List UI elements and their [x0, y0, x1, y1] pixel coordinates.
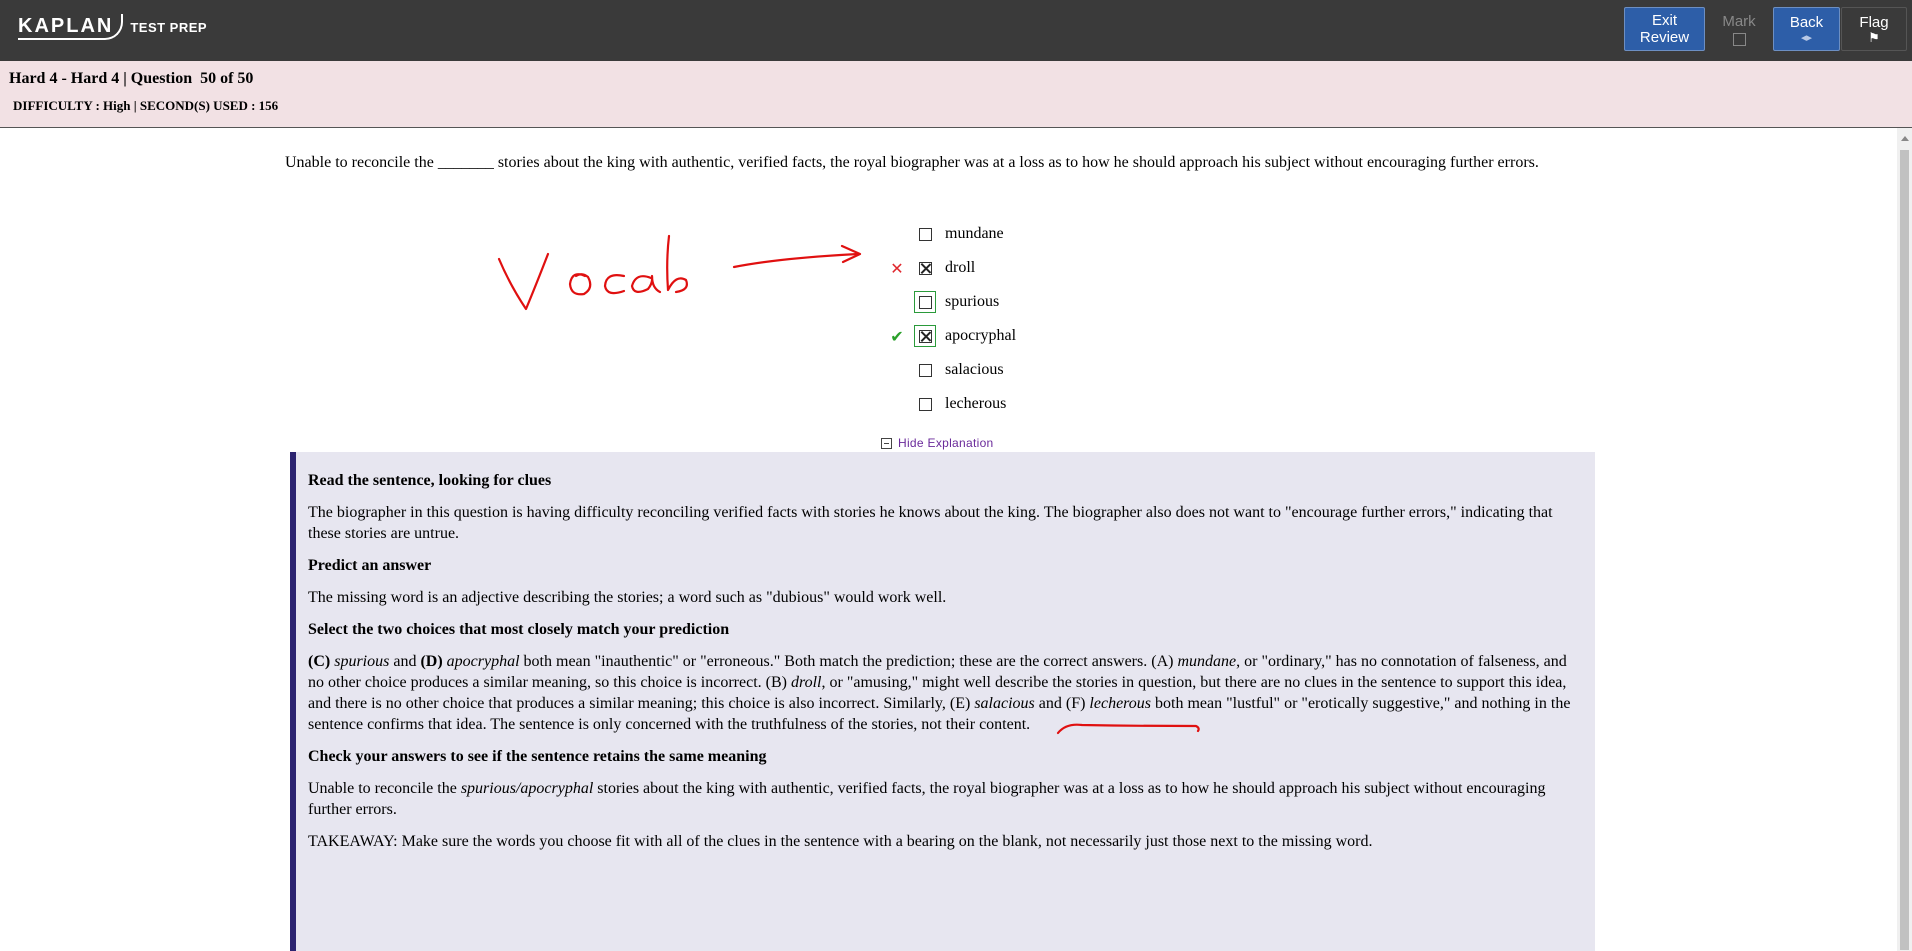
explanation-heading-select: Select the two choices that most closely…: [308, 621, 730, 638]
word-droll: droll: [790, 674, 822, 691]
question-stem: Unable to reconcile the _______ stories …: [285, 154, 1539, 171]
checkbox-frame: [914, 359, 936, 381]
choice-salacious[interactable]: salacious: [880, 353, 1120, 387]
checked-checkbox-icon[interactable]: [918, 261, 932, 275]
word-mundane: mundane: [1177, 653, 1237, 670]
checkbox-icon[interactable]: [918, 363, 932, 377]
flag-icon: ⚑: [1868, 29, 1880, 45]
kaplan-logo: KAPLAN TEST PREP: [18, 11, 207, 43]
choice-apocryphal[interactable]: ✔ apocryphal: [880, 319, 1120, 353]
explanation-heading-predict: Predict an answer: [308, 557, 432, 574]
back-label: Back: [1789, 13, 1824, 31]
choice-droll[interactable]: ✕ droll: [880, 251, 1120, 285]
exit-review-button[interactable]: Exit Review: [1624, 7, 1705, 51]
question-title: Hard 4 - Hard 4 | Question 50 of 50: [9, 70, 254, 87]
vertical-scrollbar[interactable]: [1897, 128, 1912, 951]
choice-label: salacious: [945, 361, 1004, 378]
back-arrow-icon: ◂▸: [1800, 31, 1813, 44]
top-toolbar: KAPLAN TEST PREP Exit Review Mark Back ◂…: [0, 0, 1912, 61]
hide-explanation-label: Hide Explanation: [898, 436, 994, 450]
checkbox-frame: [914, 393, 936, 415]
text-segment: both mean "inauthentic" or "erroneous." …: [519, 653, 1178, 670]
label-c: (C): [308, 653, 331, 670]
choice-label: spurious: [945, 293, 1000, 310]
logo-wordmark: KAPLAN: [18, 14, 124, 40]
checkbox-frame: [914, 257, 936, 279]
collapse-minus-icon: [881, 437, 892, 449]
explanation-heading-clues: Read the sentence, looking for clues: [308, 472, 552, 489]
word-salacious: salacious: [974, 695, 1035, 712]
word-apocryphal: apocryphal: [446, 653, 520, 670]
explanation-paragraph-clues: The biographer in this question is havin…: [308, 504, 1553, 542]
exit-review-line1: Exit: [1651, 12, 1677, 29]
hide-explanation-toggle[interactable]: Hide Explanation: [881, 436, 994, 450]
checkbox-frame: [914, 223, 936, 245]
explanation-paragraph-check: Unable to reconcile the spurious/apocryp…: [308, 778, 1581, 820]
checkbox-icon[interactable]: [918, 227, 932, 241]
scroll-up-arrow-icon[interactable]: [1901, 136, 1909, 141]
logo-subtitle: TEST PREP: [130, 19, 208, 35]
text-segment: Unable to reconcile the: [308, 780, 461, 797]
choice-label: lecherous: [945, 395, 1007, 412]
takeaway-paragraph: TAKEAWAY: Make sure the words you choose…: [308, 833, 1373, 850]
explanation-paragraph-predict: The missing word is an adjective describ…: [308, 589, 947, 606]
label-d: (D): [420, 653, 443, 670]
word-spurious: spurious: [334, 653, 390, 670]
mark-button[interactable]: Mark: [1706, 7, 1772, 51]
explanation-panel: Read the sentence, looking for clues The…: [290, 452, 1595, 951]
text-and: and (F): [1034, 695, 1090, 712]
mark-label: Mark: [1722, 12, 1756, 30]
choice-spurious[interactable]: spurious: [880, 285, 1120, 319]
choice-mundane[interactable]: mundane: [880, 217, 1120, 251]
exit-review-line2: Review: [1639, 29, 1690, 46]
scroll-thumb[interactable]: [1900, 150, 1909, 950]
correct-answer-frame: [914, 325, 936, 347]
checkbox-icon[interactable]: [918, 397, 932, 411]
flag-label: Flag: [1859, 13, 1889, 31]
explanation-heading-check: Check your answers to see if the sentenc…: [308, 748, 767, 765]
explanation-paragraph-select: (C) spurious and (D) apocryphal both mea…: [308, 651, 1581, 735]
text-and: and: [389, 653, 421, 670]
word-lecherous: lecherous: [1089, 695, 1152, 712]
flag-button[interactable]: Flag ⚑: [1841, 7, 1907, 51]
checked-checkbox-icon[interactable]: [918, 329, 932, 343]
question-meta: DIFFICULTY : High | SECOND(S) USED : 156: [13, 98, 279, 113]
choice-label: mundane: [945, 225, 1004, 242]
incorrect-x-icon: ✕: [890, 258, 904, 278]
question-info-bar: Hard 4 - Hard 4 | Question 50 of 50 DIFF…: [0, 61, 1912, 128]
correct-check-icon: ✔: [890, 326, 904, 346]
choice-label: droll: [945, 259, 976, 276]
correct-answer-frame: [914, 291, 936, 313]
choice-lecherous[interactable]: lecherous: [880, 387, 1120, 421]
choice-label: apocryphal: [945, 327, 1017, 344]
answer-words: spurious/apocryphal: [460, 780, 594, 797]
checkbox-icon[interactable]: [918, 295, 932, 309]
mark-checkbox-icon: [1732, 32, 1746, 46]
back-button[interactable]: Back ◂▸: [1773, 7, 1840, 51]
